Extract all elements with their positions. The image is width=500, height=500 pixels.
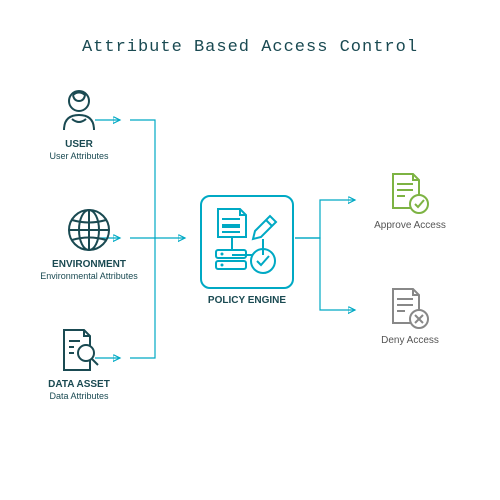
policy-engine-label: POLICY ENGINE — [200, 295, 294, 306]
deny-node: Deny Access — [370, 285, 450, 346]
data-asset-label: DATA ASSET — [34, 379, 124, 390]
globe-icon — [34, 205, 144, 255]
user-label: USER — [34, 139, 124, 150]
user-sublabel: User Attributes — [34, 151, 124, 161]
data-asset-sublabel: Data Attributes — [34, 391, 124, 401]
deny-label: Deny Access — [370, 335, 450, 346]
user-icon — [34, 85, 124, 135]
environment-sublabel: Environmental Attributes — [34, 271, 144, 281]
approve-icon — [370, 170, 450, 216]
approve-label: Approve Access — [370, 220, 450, 231]
approve-node: Approve Access — [370, 170, 450, 231]
user-node: USER User Attributes — [34, 85, 124, 161]
deny-icon — [370, 285, 450, 331]
policy-engine-icon — [200, 195, 294, 289]
policy-engine-node: POLICY ENGINE — [200, 195, 294, 306]
diagram-title: Attribute Based Access Control — [0, 38, 500, 57]
document-search-icon — [34, 325, 124, 375]
environment-node: ENVIRONMENT Environmental Attributes — [34, 205, 144, 281]
data-asset-node: DATA ASSET Data Attributes — [34, 325, 124, 401]
environment-label: ENVIRONMENT — [34, 259, 144, 270]
